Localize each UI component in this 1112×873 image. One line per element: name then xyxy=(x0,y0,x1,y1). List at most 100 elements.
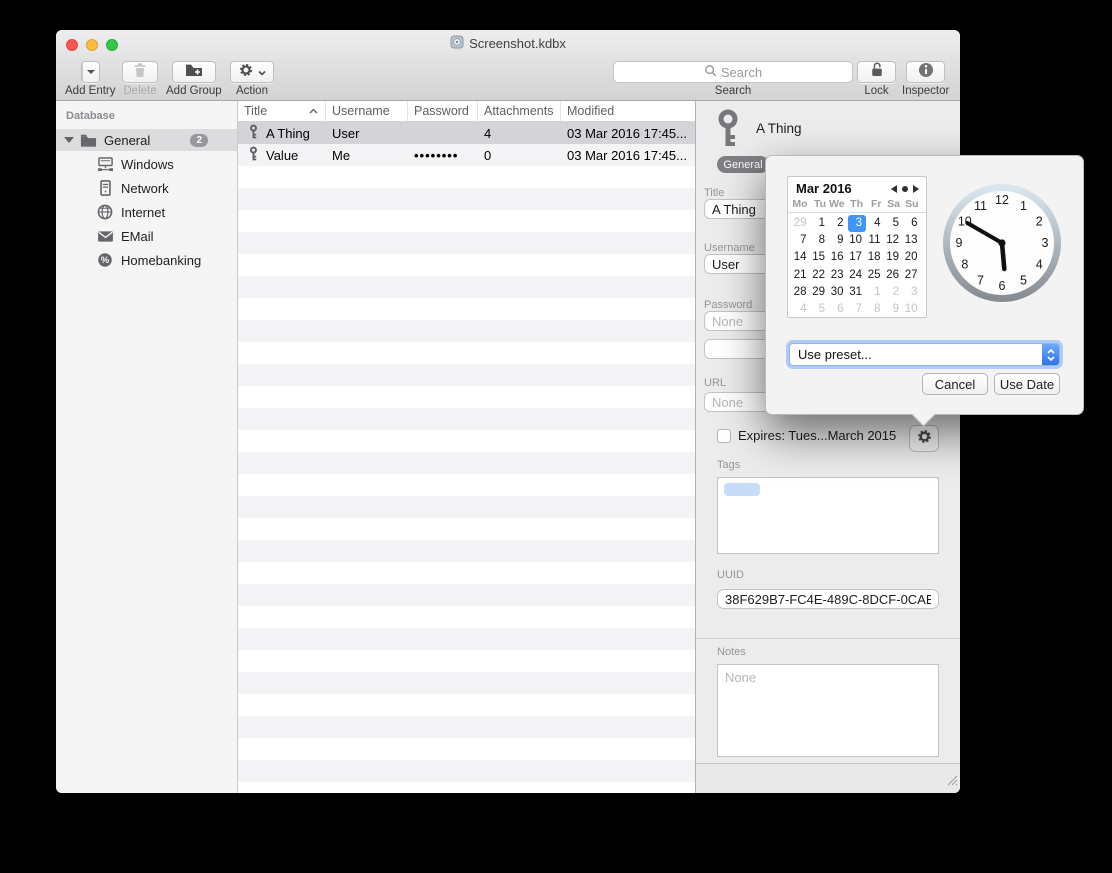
calendar-day[interactable]: 4 xyxy=(866,215,885,232)
percent-icon: % xyxy=(96,251,114,269)
calendar-day[interactable]: 13 xyxy=(903,232,922,249)
empty-table-row xyxy=(238,364,695,386)
screenshot-canvas: { "window": { "title": "Screenshot.kdbx"… xyxy=(0,0,1112,873)
svg-text:4: 4 xyxy=(1036,258,1043,272)
expires-checkbox[interactable] xyxy=(717,429,731,443)
calendar-day[interactable]: 18 xyxy=(866,249,885,266)
table-row[interactable]: ValueMe••••••••003 Mar 2016 17:45... xyxy=(238,144,695,166)
trash-icon xyxy=(133,62,147,83)
zoom-window-button[interactable] xyxy=(106,39,118,51)
action-label: Action xyxy=(236,85,268,97)
add-entry-label: Add Entry xyxy=(65,85,116,97)
tag-token[interactable] xyxy=(724,483,760,496)
calendar-day[interactable]: 11 xyxy=(866,232,885,249)
tags-box[interactable] xyxy=(717,477,939,554)
use-date-button[interactable]: Use Date xyxy=(994,373,1060,395)
tab-general[interactable]: General xyxy=(717,156,769,173)
calendar-day[interactable]: 28 xyxy=(792,284,811,301)
current-month-icon[interactable] xyxy=(902,186,908,192)
calendar-day[interactable]: 4 xyxy=(792,301,811,318)
calendar-day[interactable]: 5 xyxy=(811,301,830,318)
sidebar-item-homebanking[interactable]: %Homebanking xyxy=(56,249,237,271)
calendar-day[interactable]: 24 xyxy=(848,267,867,284)
calendar-day[interactable]: 23 xyxy=(829,267,848,284)
calendar-day[interactable]: 10 xyxy=(903,301,922,318)
calendar-day[interactable]: 17 xyxy=(848,249,867,266)
inspector-button[interactable] xyxy=(906,61,945,83)
close-window-button[interactable] xyxy=(66,39,78,51)
calendar-day[interactable]: 22 xyxy=(811,267,830,284)
calendar-day[interactable]: 10 xyxy=(848,232,867,249)
next-month-icon[interactable] xyxy=(913,185,919,193)
expires-row: Expires: Tues...March 2015 xyxy=(717,428,896,443)
column-header-username[interactable]: Username xyxy=(326,101,408,121)
minimize-window-button[interactable] xyxy=(86,39,98,51)
sidebar-item-internet[interactable]: Internet xyxy=(56,201,237,223)
globe-icon xyxy=(96,203,114,221)
calendar-day[interactable]: 7 xyxy=(848,301,867,318)
column-header-attachments[interactable]: Attachments xyxy=(478,101,561,121)
calendar-day[interactable]: 15 xyxy=(811,249,830,266)
delete-button[interactable] xyxy=(122,61,158,83)
expires-presets-button[interactable] xyxy=(909,425,939,452)
sidebar-item-label: EMail xyxy=(121,229,154,244)
add-entry-button[interactable] xyxy=(81,61,100,83)
calendar-day[interactable]: 9 xyxy=(885,301,904,318)
toolbar-item-search: Search Search xyxy=(613,61,853,97)
calendar-day[interactable]: 7 xyxy=(792,232,811,249)
title-bar: Screenshot.kdbx xyxy=(56,30,960,57)
calendar-day[interactable]: 9 xyxy=(829,232,848,249)
add-entry-dropdown[interactable] xyxy=(82,62,99,82)
sidebar-item-windows[interactable]: Windows xyxy=(56,153,237,175)
calendar-day[interactable]: 31 xyxy=(848,284,867,301)
calendar-day[interactable]: 19 xyxy=(885,249,904,266)
calendar-day[interactable]: 30 xyxy=(829,284,848,301)
column-header-modified[interactable]: Modified xyxy=(561,101,695,121)
resize-grip[interactable] xyxy=(947,773,958,791)
calendar-day[interactable]: 29 xyxy=(792,215,811,232)
search-input[interactable]: Search xyxy=(613,61,853,83)
notes-box[interactable]: None xyxy=(717,664,939,757)
analog-clock[interactable]: 123456789101112 xyxy=(942,183,1062,303)
calendar-day[interactable]: 29 xyxy=(811,284,830,301)
calendar-day[interactable]: 1 xyxy=(811,215,830,232)
document-proxy-icon xyxy=(450,35,464,52)
calendar-day[interactable]: 12 xyxy=(885,232,904,249)
column-header-title[interactable]: Title xyxy=(238,101,326,121)
calendar-day[interactable]: 27 xyxy=(903,267,922,284)
previous-month-icon[interactable] xyxy=(891,185,897,193)
calendar-day[interactable]: 20 xyxy=(903,249,922,266)
sidebar-item-email[interactable]: EMail xyxy=(56,225,237,247)
preset-dropdown[interactable]: Use preset... xyxy=(789,343,1060,366)
calendar-day[interactable]: 6 xyxy=(903,215,922,232)
calendar-day[interactable]: 8 xyxy=(811,232,830,249)
weekday-label: Tu xyxy=(811,198,830,210)
calendar-day[interactable]: 21 xyxy=(792,267,811,284)
calendar-day[interactable]: 16 xyxy=(829,249,848,266)
notes-placeholder: None xyxy=(725,670,756,685)
lock-button[interactable] xyxy=(857,61,896,83)
calendar-day[interactable]: 26 xyxy=(885,267,904,284)
calendar-day-selected[interactable]: 3 xyxy=(848,215,867,232)
table-body: A ThingUser403 Mar 2016 17:45...ValueMe•… xyxy=(238,122,695,793)
add-group-button[interactable] xyxy=(172,61,216,83)
calendar-day[interactable]: 2 xyxy=(829,215,848,232)
uuid-field[interactable] xyxy=(717,589,939,609)
calendar-day[interactable]: 6 xyxy=(829,301,848,318)
window-title: Screenshot.kdbx xyxy=(469,36,566,51)
sidebar-item-general[interactable]: General2 xyxy=(56,129,237,151)
column-header-password[interactable]: Password xyxy=(408,101,478,121)
calendar-day[interactable]: 8 xyxy=(866,301,885,318)
disclosure-triangle-icon[interactable] xyxy=(64,137,74,143)
table-row[interactable]: A ThingUser403 Mar 2016 17:45... xyxy=(238,122,695,144)
cancel-button[interactable]: Cancel xyxy=(922,373,988,395)
calendar-day[interactable]: 25 xyxy=(866,267,885,284)
sidebar-item-network[interactable]: Network xyxy=(56,177,237,199)
calendar-day[interactable]: 14 xyxy=(792,249,811,266)
calendar-day[interactable]: 5 xyxy=(885,215,904,232)
section-divider xyxy=(696,638,960,639)
action-button[interactable] xyxy=(230,61,274,83)
calendar-day[interactable]: 1 xyxy=(866,284,885,301)
calendar-day[interactable]: 2 xyxy=(885,284,904,301)
calendar-day[interactable]: 3 xyxy=(903,284,922,301)
